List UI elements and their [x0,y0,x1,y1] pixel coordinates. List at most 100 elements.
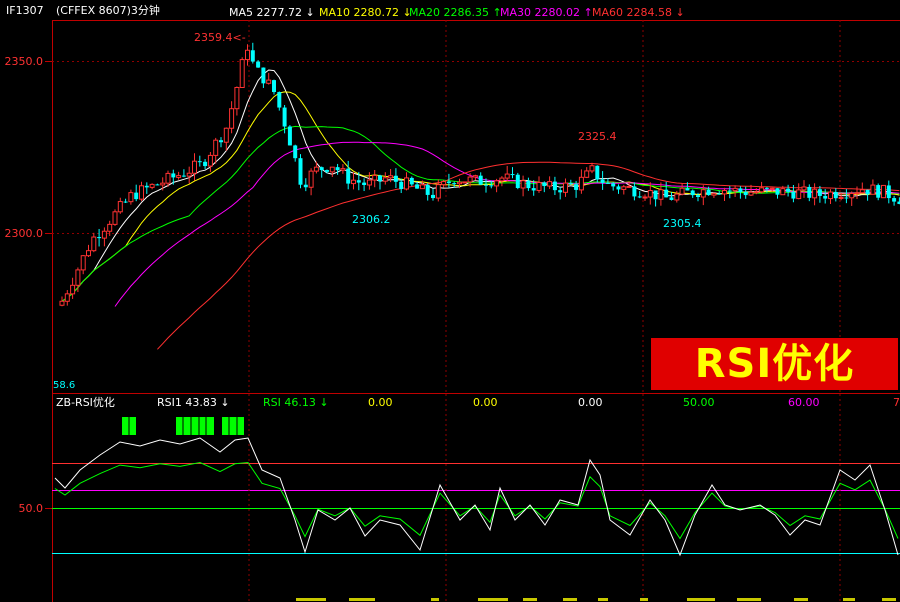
candle-body [849,193,855,199]
candle-body [356,180,361,183]
candle-body [700,189,706,198]
candle-body [144,185,149,188]
rsi-line [54,461,899,540]
candle-body [282,107,287,127]
candle-body [91,236,97,252]
rsi-banner: RSI优化 [651,338,898,390]
ind-value-3: 0.00 [368,396,393,409]
candle-body [690,190,695,196]
candle-body [192,160,197,174]
candle-body [393,175,398,182]
candle-body [647,190,653,198]
candle-body [186,172,192,177]
ma60-value: MA60 2284.58 ↓ [592,6,685,19]
candle-body [223,127,229,143]
candle-body [696,195,700,197]
rsi-overbought-markers [122,417,244,435]
candle-body [160,182,166,186]
candle-body [574,184,579,190]
candle-body [578,176,584,191]
candle-body [786,188,791,192]
price-tick-2350: 2350.0 [5,55,44,68]
candle-body [219,140,223,143]
candle-body [308,170,314,188]
candle-body [346,168,351,184]
candle-body [452,183,457,185]
candle-body [775,188,780,195]
candle-body [706,189,711,196]
candle-body [616,186,621,190]
candle-body [207,154,213,167]
ma20-line [61,125,900,302]
candle-body [340,168,346,171]
chart-canvas: 2350.0 2300.0 58.6 2359.4<- 2306.2 2325.… [5,20,900,602]
candle-body [446,181,451,184]
ind-value-7: 60.00 [788,396,820,409]
candle-body [399,181,404,190]
candle-body [213,139,219,156]
candle-body [484,184,488,186]
candle-body [325,170,329,172]
candle-body [272,80,276,93]
candle-body [319,167,324,171]
annotation-low-2: 2305.4 [663,217,702,230]
ma10-value: MA10 2280.72 ↓ [319,6,412,19]
candle-body [250,50,255,62]
candle-body [80,255,86,271]
candle-body [870,184,876,195]
candle-body [769,187,775,190]
candle-body [313,166,319,172]
candle-body [504,173,510,179]
candle-body [611,183,616,187]
candle-body [229,108,235,129]
candle-body [472,175,478,178]
candle-body [123,201,128,203]
candle-body [266,79,272,84]
candle-body [658,189,664,200]
candle-body [431,194,435,199]
candle-body [181,175,186,177]
candle-body [293,145,298,159]
annotation-high-1: 2359.4<- [194,31,246,44]
ma5-line [61,69,900,302]
candle-body [86,250,91,257]
candle-body [881,184,886,199]
ind-value-5: 0.00 [578,396,603,409]
candle-body [679,187,685,195]
candle-body [685,188,690,191]
ma30-value: MA30 2280.02 ↑ [500,6,593,19]
candle-body [75,269,81,286]
candle-body [303,184,308,188]
candle-body [791,191,796,199]
candle-body [155,184,160,186]
ma10-line [61,91,900,302]
candle-body [568,183,573,185]
candle-body [865,189,870,195]
candle-body [197,161,202,163]
candle-body [674,193,680,201]
candle-body [64,293,70,302]
candle-body [531,188,536,191]
candle-body [584,170,590,178]
low-price-label: 58.6 [53,380,75,391]
candle-body [621,186,627,190]
candle-body [886,185,891,199]
candle-body [838,196,844,199]
candle-body [653,190,658,200]
candle-body [59,300,65,306]
ma5-value: MA5 2277.72 ↓ [229,6,315,19]
candle-body [277,92,282,108]
candle-body [595,165,600,180]
symbol-label: IF1307 [6,4,44,17]
exchange-label: (CFFEX 8607)3分钟 [56,4,160,17]
candle-body [764,187,769,189]
candle-body [112,211,118,225]
candle-body [404,177,409,190]
candle-body [637,196,642,198]
candle-body [823,195,828,199]
candle-body [107,223,113,232]
candle-body [101,230,107,239]
candle-body [335,167,340,171]
candle-body [753,191,759,194]
candle-body [859,189,865,194]
